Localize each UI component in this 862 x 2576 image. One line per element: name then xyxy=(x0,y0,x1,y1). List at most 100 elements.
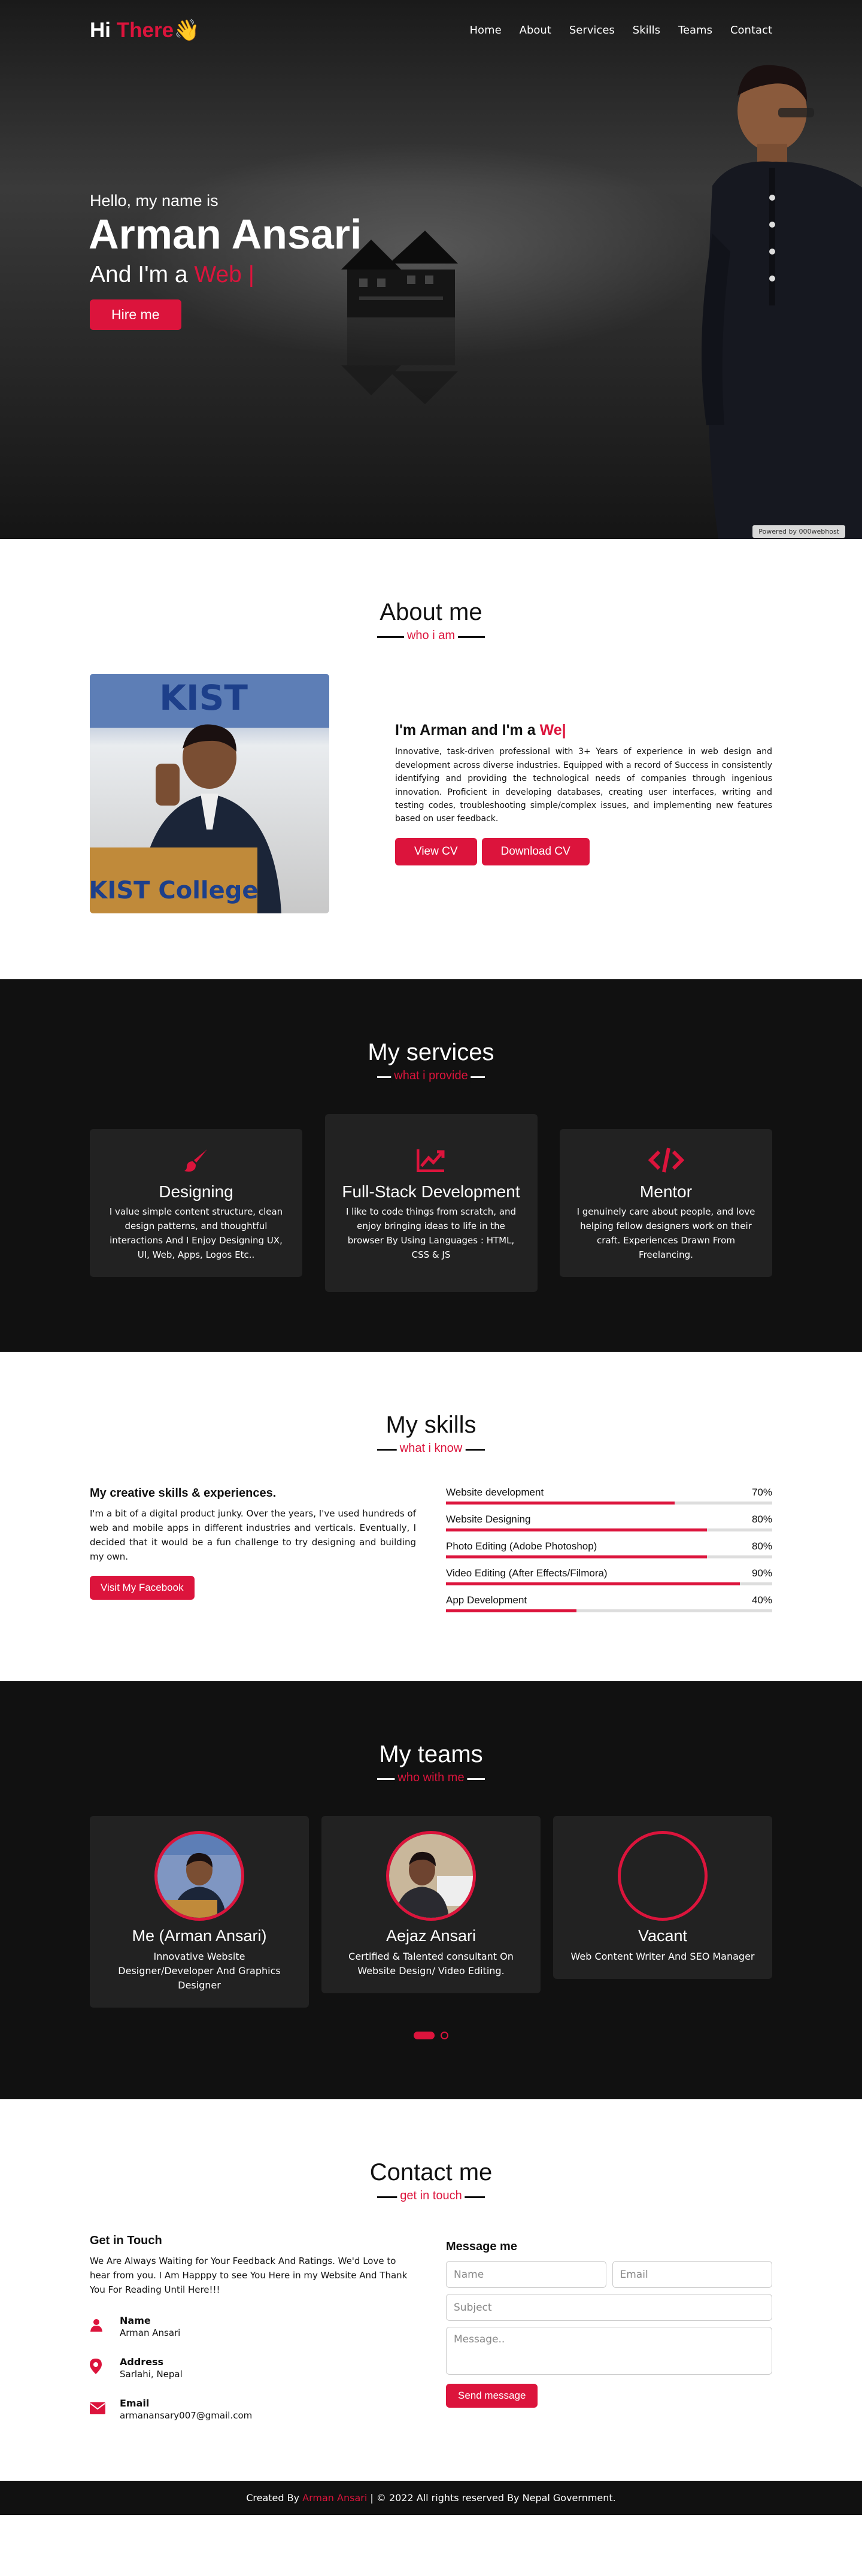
nav-link-contact[interactable]: Contact xyxy=(730,24,772,37)
code-icon xyxy=(573,1144,759,1176)
map-marker-icon xyxy=(90,2358,120,2378)
about-text: I'm Arman and I'm a We| Innovative, task… xyxy=(395,722,772,865)
contact-item-head: Address xyxy=(120,2356,164,2368)
footer-copyright: | © 2022 All rights reserved By Nepal Go… xyxy=(370,2492,616,2504)
about-heading-prefix: I'm Arman and I'm a xyxy=(395,722,536,739)
send-message-button[interactable]: Send message xyxy=(446,2384,538,2408)
hero-role: And I'm a Web | xyxy=(90,262,362,288)
skills-heading: My creative skills & experiences. xyxy=(90,1487,277,1500)
email-input[interactable]: Email xyxy=(612,2261,772,2288)
hero-content: Hello, my name is Arman Ansari And I'm a… xyxy=(89,192,362,330)
download-cv-button[interactable]: Download CV xyxy=(481,837,590,865)
contact-title: Contact me xyxy=(90,2159,772,2198)
services-title: My services xyxy=(90,1039,772,1078)
name-input[interactable]: Name xyxy=(446,2261,606,2288)
nav-link-services[interactable]: Services xyxy=(569,24,615,37)
photo-top-text: KIST xyxy=(159,677,248,718)
skill-name: Video Editing (After Effects/Filmora) xyxy=(446,1567,608,1579)
skills-paragraph: I'm a bit of a digital product junky. Ov… xyxy=(90,1508,416,1562)
skill-fill xyxy=(446,1582,740,1585)
about-section: About me KIST KIST College I'm Arman and… xyxy=(0,539,862,979)
skill-track xyxy=(446,1582,772,1585)
skill-percent: 80% xyxy=(751,1540,772,1552)
service-name: Designing xyxy=(159,1182,233,1201)
speaker-image: KIST KIST College xyxy=(90,674,329,913)
about-paragraph: Innovative, task-driven professional wit… xyxy=(395,747,772,824)
about-typed-text: We| xyxy=(539,722,566,739)
footer-author-link[interactable]: Arman Ansari xyxy=(302,2492,367,2504)
visit-facebook-button[interactable]: Visit My Facebook xyxy=(90,1576,195,1600)
skill-track xyxy=(446,1609,772,1612)
contact-section: Contact me Get in Touch We Are Always Wa… xyxy=(0,2099,862,2481)
powered-by-badge[interactable]: Powered by 000webhost xyxy=(752,525,845,538)
about-photo: KIST KIST College xyxy=(90,674,329,913)
nav-link-teams[interactable]: Teams xyxy=(678,24,712,37)
service-card-designing: Designing I value simple content structu… xyxy=(90,1129,302,1277)
hero-typed-text: Web | xyxy=(194,261,254,287)
carousel-dot-active[interactable] xyxy=(414,2032,435,2039)
contact-paragraph: We Are Always Waiting for Your Feedback … xyxy=(90,2256,408,2295)
teams-section: My teams Me (Arman Ansari) Innovative We… xyxy=(0,1681,862,2099)
team-member-desc: Certified & Talented consultant On Websi… xyxy=(348,1951,514,1976)
nav-link-about[interactable]: About xyxy=(520,24,551,37)
skill-name: Website development xyxy=(446,1487,544,1498)
service-desc: I like to code things from scratch, and … xyxy=(345,1206,517,1260)
chart-line-icon xyxy=(338,1144,524,1176)
footer: Created By Arman Ansari | © 2022 All rig… xyxy=(0,2481,862,2515)
avatar-empty xyxy=(618,1831,708,1921)
paint-brush-icon xyxy=(103,1144,289,1176)
form-heading: Message me xyxy=(446,2240,517,2253)
team-card: Me (Arman Ansari) Innovative Website Des… xyxy=(90,1816,309,2008)
service-card-mentor: Mentor I genuinely care about people, an… xyxy=(560,1129,772,1277)
skills-text: My creative skills & experiences. I'm a … xyxy=(90,1487,416,1621)
navbar: Hi There👋 Home About Services Skills Tea… xyxy=(0,0,862,60)
skill-fill xyxy=(446,1609,576,1612)
skill-track xyxy=(446,1528,772,1531)
skill-percent: 40% xyxy=(751,1594,772,1606)
logo[interactable]: Hi There👋 xyxy=(90,18,200,43)
contact-info: Get in Touch We Are Always Waiting for Y… xyxy=(90,2234,416,2421)
skill-percent: 70% xyxy=(751,1487,772,1498)
service-desc: I value simple content structure, clean … xyxy=(109,1206,283,1260)
skill-percent: 80% xyxy=(751,1513,772,1525)
team-card: Aejaz Ansari Certified & Talented consul… xyxy=(321,1816,541,1993)
skill-track xyxy=(446,1502,772,1505)
team-member-name: Me (Arman Ansari) xyxy=(132,1927,267,1945)
contact-form: Message me Name Email Subject Message.. … xyxy=(446,2240,772,2421)
lake-house-reflection xyxy=(341,317,458,404)
skill-bar: Video Editing (After Effects/Filmora) 90% xyxy=(446,1567,772,1585)
contact-item-name: Name Arman Ansari xyxy=(90,2315,416,2338)
nav-link-skills[interactable]: Skills xyxy=(633,24,660,37)
subject-input[interactable]: Subject xyxy=(446,2294,772,2321)
hero-role-prefix: And I'm a xyxy=(90,261,188,287)
view-cv-button[interactable]: View CV xyxy=(395,837,477,865)
message-textarea[interactable]: Message.. xyxy=(446,2327,772,2375)
team-member-desc: Innovative Website Designer/Developer An… xyxy=(118,1951,281,1991)
carousel-dots xyxy=(90,2032,772,2039)
services-section: My services Designing I value simple con… xyxy=(0,979,862,1352)
hero-person-image xyxy=(702,65,862,539)
avatar xyxy=(154,1831,244,1921)
nav-link-home[interactable]: Home xyxy=(470,24,502,37)
carousel-dot[interactable] xyxy=(441,2032,448,2039)
contact-item-head: Email xyxy=(120,2398,150,2409)
service-name: Mentor xyxy=(639,1182,693,1201)
home-section: Hello, my name is Arman Ansari And I'm a… xyxy=(0,0,862,539)
skill-bar: Website development 70% xyxy=(446,1487,772,1505)
hero-name: Arman Ansari xyxy=(89,211,362,258)
footer-prefix: Created By xyxy=(246,2492,300,2504)
wave-hand-icon: 👋 xyxy=(174,18,200,42)
hire-me-button[interactable]: Hire me xyxy=(90,299,181,330)
team-member-name: Aejaz Ansari xyxy=(386,1927,476,1945)
user-icon xyxy=(90,2318,120,2335)
contact-item-email: Email armanansary007@gmail.com xyxy=(90,2398,416,2421)
service-card-fullstack: Full-Stack Development I like to code th… xyxy=(324,1114,538,1292)
skill-fill xyxy=(446,1502,675,1505)
avatar xyxy=(386,1831,476,1921)
skills-title: My skills xyxy=(90,1412,772,1451)
skill-bars: Website development 70% Website Designing 8… xyxy=(446,1487,772,1621)
contact-item-head: Name xyxy=(120,2315,151,2326)
skill-track xyxy=(446,1555,772,1558)
contact-item-value: armanansary007@gmail.com xyxy=(120,2410,253,2421)
photo-banner-text: KIST College xyxy=(90,877,259,904)
